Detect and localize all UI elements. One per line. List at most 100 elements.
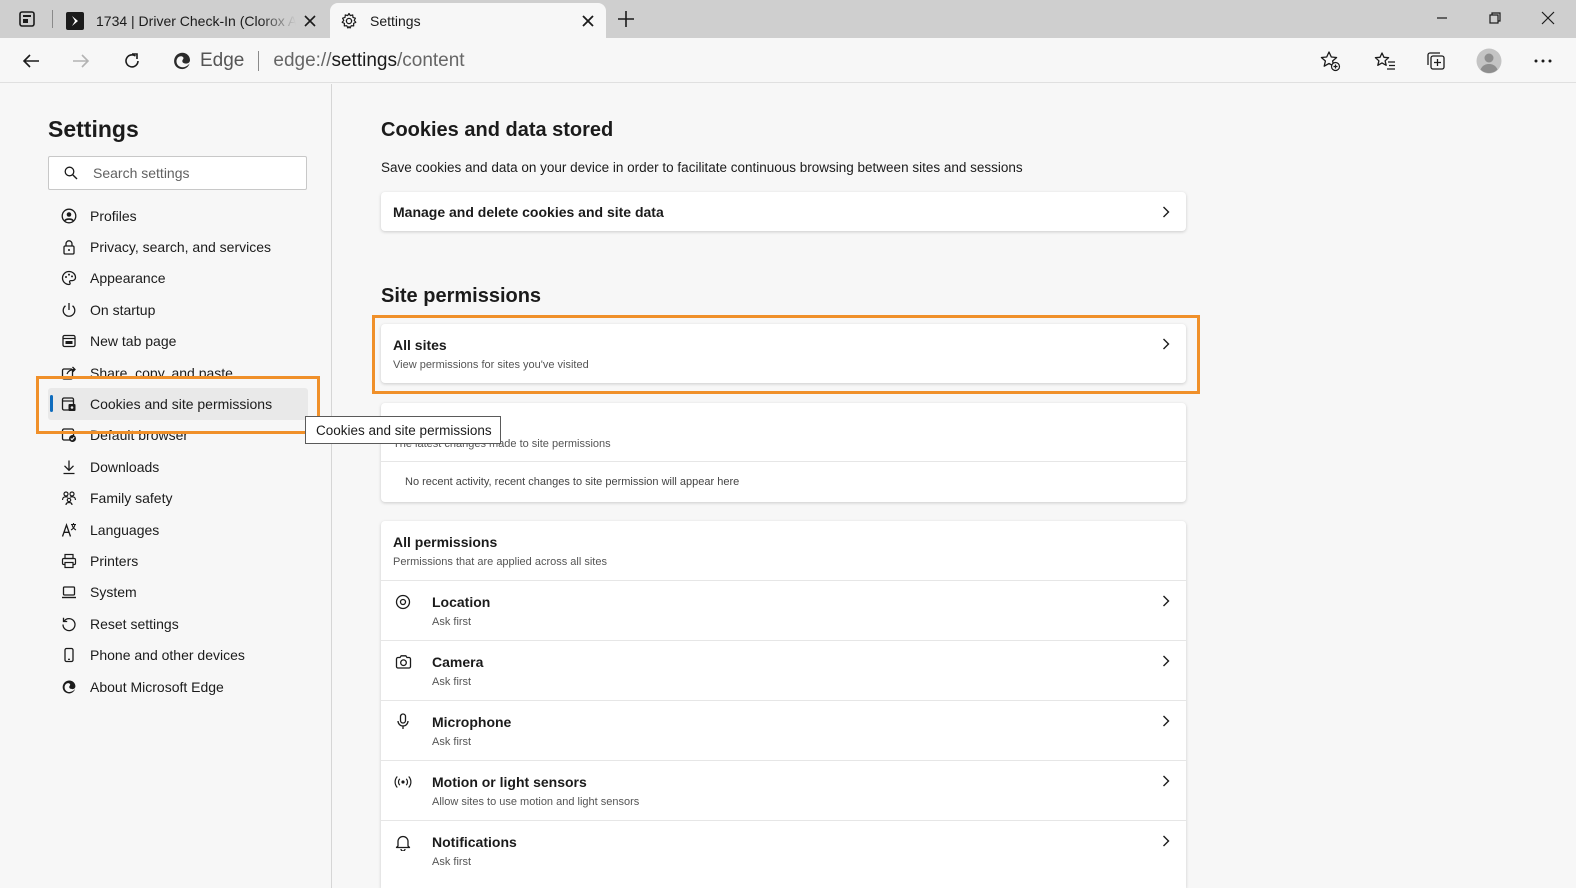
settings-nav: Profiles Privacy, search, and services A… xyxy=(48,200,308,702)
printer-icon xyxy=(48,553,90,569)
refresh-button[interactable] xyxy=(115,44,149,78)
microphone-icon xyxy=(383,713,423,730)
add-favorite-button[interactable] xyxy=(1313,44,1347,78)
back-button[interactable] xyxy=(14,44,48,78)
permission-row-notifications[interactable]: Notifications Ask first xyxy=(381,821,1186,881)
sidebar-item-new-tab-page[interactable]: New tab page xyxy=(48,326,308,357)
laptop-icon xyxy=(48,584,90,600)
close-window-button[interactable] xyxy=(1522,0,1574,36)
favorites-button[interactable] xyxy=(1368,44,1402,78)
sidebar-item-cookies-and-site-permissions[interactable]: Cookies and site permissions xyxy=(48,388,308,420)
sidebar-item-privacy[interactable]: Privacy, search, and services xyxy=(48,231,308,262)
sidebar-item-label: About Microsoft Edge xyxy=(90,678,224,695)
sidebar-item-appearance[interactable]: Appearance xyxy=(48,263,308,294)
sidebar-item-family-safety[interactable]: Family safety xyxy=(48,483,308,514)
sidebar-item-printers[interactable]: Printers xyxy=(48,545,308,576)
minimize-icon xyxy=(1437,17,1447,19)
sidebar-item-system[interactable]: System xyxy=(48,577,308,608)
row-subtitle: View permissions for sites you've visite… xyxy=(393,358,589,371)
collections-button[interactable] xyxy=(1419,44,1453,78)
sidebar-item-label: Phone and other devices xyxy=(90,647,245,664)
search-input[interactable] xyxy=(93,165,293,181)
profile-icon xyxy=(48,208,90,224)
chevron-right-icon xyxy=(1158,713,1174,729)
all-permissions-card: All permissions Permissions that are app… xyxy=(381,521,1186,888)
sidebar-item-label: Languages xyxy=(90,521,160,538)
forward-arrow-icon xyxy=(73,54,90,68)
restore-button[interactable] xyxy=(1469,0,1521,36)
row-title: Microphone xyxy=(432,713,512,730)
chevron-right-icon xyxy=(1158,653,1174,669)
chevron-right-icon xyxy=(1158,593,1174,609)
permission-row-camera[interactable]: Camera Ask first xyxy=(381,641,1186,701)
collections-icon xyxy=(1427,52,1445,70)
sidebar-item-label: System xyxy=(90,584,137,601)
sidebar-item-label: Family safety xyxy=(90,490,173,507)
bell-icon xyxy=(383,834,423,851)
new-tab-button[interactable] xyxy=(612,5,640,33)
settings-main: Cookies and data stored Save cookies and… xyxy=(333,84,1576,888)
manage-cookies-row[interactable]: Manage and delete cookies and site data xyxy=(381,192,1186,231)
row-subtitle: Ask first xyxy=(432,675,472,688)
row-title: Location xyxy=(432,593,491,610)
all-sites-row[interactable]: All sites View permissions for sites you… xyxy=(381,324,1186,383)
cookies-icon xyxy=(48,396,90,412)
section-description: Save cookies and data on your device in … xyxy=(381,160,1023,175)
download-icon xyxy=(48,459,90,475)
browser-toolbar: Edge edge://settings/content xyxy=(0,38,1576,83)
permission-row-motion-sensors[interactable]: Motion or light sensors Allow sites to u… xyxy=(381,761,1186,821)
search-settings-box[interactable] xyxy=(48,156,307,190)
sidebar-item-label: Default browser xyxy=(90,427,189,444)
profile-button[interactable] xyxy=(1472,44,1506,78)
avatar-icon xyxy=(1476,48,1502,74)
close-tab-icon[interactable] xyxy=(296,7,324,35)
row-title: Manage and delete cookies and site data xyxy=(393,203,664,220)
recent-activity-header: The latest changes made to site permissi… xyxy=(381,403,1186,462)
minimize-button[interactable] xyxy=(1416,0,1468,36)
sidebar-item-downloads[interactable]: Downloads xyxy=(48,451,308,482)
reset-icon xyxy=(48,616,90,632)
phone-icon xyxy=(48,647,90,663)
title-bar: 1734 | Driver Check-In (Clorox At Settin… xyxy=(0,0,1576,38)
permission-row-microphone[interactable]: Microphone Ask first xyxy=(381,701,1186,761)
row-title: Motion or light sensors xyxy=(432,773,587,790)
more-icon xyxy=(1534,59,1552,63)
restore-icon xyxy=(1489,12,1501,24)
all-permissions-header: All permissions Permissions that are app… xyxy=(381,521,1186,581)
chevron-right-icon xyxy=(1158,204,1174,220)
section-title-site-permissions: Site permissions xyxy=(381,285,542,307)
sidebar-item-default-browser[interactable]: Default browser xyxy=(48,420,308,451)
settings-sidebar: Settings Profiles Privacy, search, and s… xyxy=(0,84,332,888)
sidebar-item-on-startup[interactable]: On startup xyxy=(48,294,308,325)
app-tab-icon xyxy=(66,11,84,30)
address-bar[interactable]: Edge edge://settings/content xyxy=(172,44,1352,78)
url-text: edge://settings/content xyxy=(273,50,465,71)
forward-button[interactable] xyxy=(64,44,98,78)
sidebar-item-phone-and-other-devices[interactable]: Phone and other devices xyxy=(48,639,308,670)
sidebar-item-reset-settings[interactable]: Reset settings xyxy=(48,608,308,639)
sidebar-item-label: Privacy, search, and services xyxy=(90,239,272,256)
permission-row-location[interactable]: Location Ask first xyxy=(381,581,1186,641)
row-title: All permissions xyxy=(393,533,498,550)
address-separator xyxy=(258,51,260,71)
sidebar-item-label: On startup xyxy=(90,301,156,318)
sidebar-item-languages[interactable]: Languages xyxy=(48,514,308,545)
tab-actions-button[interactable] xyxy=(8,4,46,34)
sidebar-item-label: Appearance xyxy=(90,270,166,287)
tab-driver-check-in[interactable]: 1734 | Driver Check-In (Clorox At xyxy=(56,3,328,38)
close-tab-icon[interactable] xyxy=(574,7,602,35)
tab-settings[interactable]: Settings xyxy=(330,3,606,38)
settings-and-more-button[interactable] xyxy=(1526,44,1560,78)
sidebar-item-label: Reset settings xyxy=(90,615,179,632)
sidebar-item-about-microsoft-edge[interactable]: About Microsoft Edge xyxy=(48,671,308,702)
family-icon xyxy=(48,490,90,506)
section-title-cookies: Cookies and data stored xyxy=(381,119,614,141)
share-icon xyxy=(48,365,90,381)
gear-icon xyxy=(340,12,358,30)
power-icon xyxy=(48,302,90,318)
sidebar-item-profiles[interactable]: Profiles xyxy=(48,200,308,231)
chevron-right-icon xyxy=(1158,833,1174,849)
sidebar-item-share-copy-paste[interactable]: Share, copy, and paste xyxy=(48,357,308,388)
all-sites-card: All sites View permissions for sites you… xyxy=(381,324,1186,383)
back-arrow-icon xyxy=(22,54,39,68)
